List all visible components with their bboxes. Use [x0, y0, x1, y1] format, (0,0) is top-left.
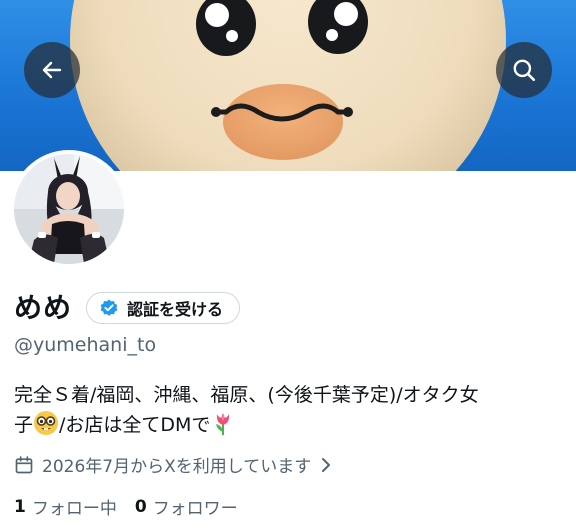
joined-text: 2026年7月からXを利用しています	[42, 457, 312, 477]
joined-date[interactable]: 2026年7月からXを利用しています	[14, 452, 333, 477]
name-row: めめ 認証を受ける	[14, 290, 241, 326]
following-count: 1	[14, 496, 26, 517]
get-verified-button[interactable]: 認証を受ける	[86, 292, 241, 324]
avatar[interactable]	[10, 150, 128, 268]
avatar-image	[14, 154, 124, 264]
back-button[interactable]	[24, 42, 80, 98]
profile-bio: 完全Ｓ着/福岡、沖縄、福原、(今後千葉予定)/オタク女 子 /お店は全てDMで	[14, 380, 566, 445]
following-link[interactable]: 1 フォロー中	[14, 494, 117, 520]
display-name: めめ	[14, 291, 73, 324]
follow-stats: 1 フォロー中 0 フォロワー	[14, 494, 256, 520]
bio-line-2: 子 /お店は全てDMで	[14, 410, 566, 445]
bio-text-b: /お店は全てDMで	[59, 414, 211, 436]
followers-count: 0	[134, 496, 147, 517]
chevron-right-icon	[319, 457, 333, 473]
search-icon	[513, 59, 536, 82]
user-handle: @yumehani_to	[14, 334, 157, 356]
verified-badge-icon	[99, 298, 119, 318]
bio-text-a: 子	[14, 414, 34, 436]
nerd-face-emoji	[33, 410, 59, 445]
tulip-emoji	[210, 410, 236, 445]
followers-link[interactable]: 0 フォロワー	[134, 494, 238, 520]
get-verified-label: 認証を受ける	[127, 300, 224, 319]
profile-banner[interactable]	[0, 0, 576, 171]
followers-label: フォロワー	[152, 499, 238, 519]
profile-page: めめ 認証を受ける @yumehani_to 完全Ｓ着/福岡、沖縄、福原、(今後…	[0, 0, 576, 531]
banner-character-image	[70, 0, 506, 171]
bio-line-1: 完全Ｓ着/福岡、沖縄、福原、(今後千葉予定)/オタク女	[14, 384, 479, 406]
search-button[interactable]	[496, 42, 552, 98]
arrow-left-icon	[42, 61, 62, 79]
calendar-icon	[14, 455, 34, 475]
following-label: フォロー中	[31, 499, 117, 519]
